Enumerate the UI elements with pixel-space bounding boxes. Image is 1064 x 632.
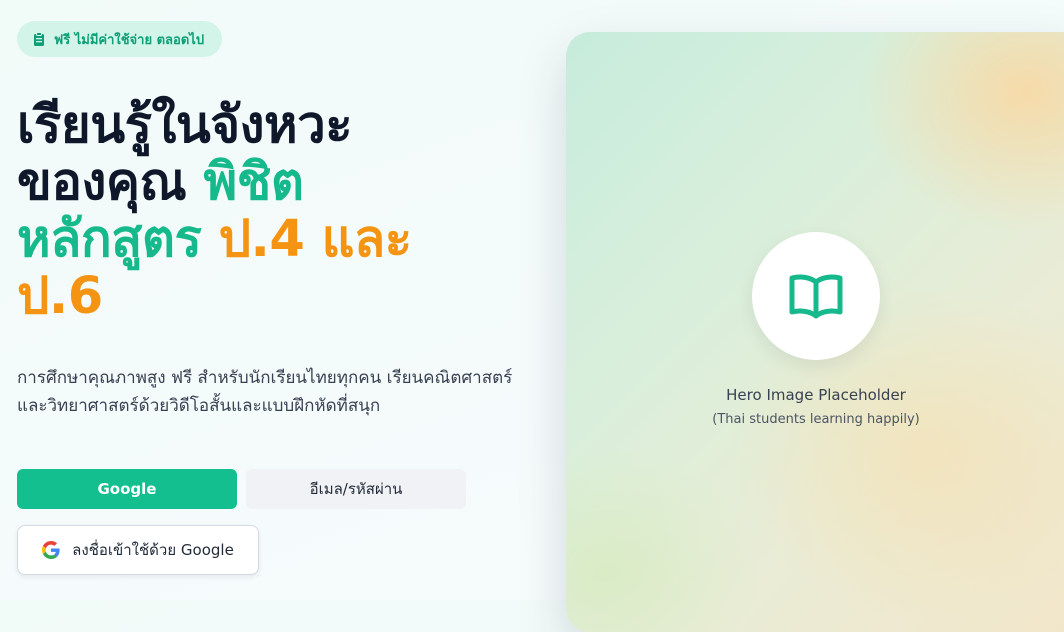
book-icon bbox=[789, 274, 843, 319]
hero-title-line1: เรียนรู้ในจังหวะ bbox=[17, 96, 353, 155]
google-signin-label: ลงชื่อเข้าใช้ด้วย Google bbox=[72, 541, 234, 559]
hero-icon-circle bbox=[752, 232, 880, 360]
google-icon bbox=[42, 541, 60, 559]
badge-text: ฟรี ไม่มีค่าใช้จ่าย ตลอดไป bbox=[54, 32, 205, 48]
tab-email-password[interactable]: อีเมล/รหัสผ่าน bbox=[246, 469, 466, 509]
hero-title: เรียนรู้ในจังหวะ ของคุณ พิชิต หลักสูตร ป… bbox=[17, 97, 547, 325]
signin-method-tabs: Google อีเมล/รหัสผ่าน bbox=[17, 469, 466, 509]
hero-title-line4-orange: ป.6 bbox=[17, 267, 103, 326]
hero-image-title: Hero Image Placeholder bbox=[726, 386, 906, 404]
google-signin-button[interactable]: ลงชื่อเข้าใช้ด้วย Google bbox=[17, 525, 259, 575]
free-badge: ฟรี ไม่มีค่าใช้จ่าย ตลอดไป bbox=[17, 21, 223, 57]
hero-description: การศึกษาคุณภาพสูง ฟรี สำหรับนักเรียนไทยท… bbox=[17, 368, 513, 416]
hero-image-placeholder: Hero Image Placeholder (Thai students le… bbox=[566, 32, 1064, 632]
tab-google[interactable]: Google bbox=[17, 469, 237, 509]
hero-title-line2-dark: ของคุณ bbox=[17, 153, 187, 212]
clipboard-icon bbox=[34, 32, 44, 46]
hero-title-line3-green: หลักสูตร bbox=[17, 210, 202, 269]
hero-image-subtitle: (Thai students learning happily) bbox=[712, 412, 920, 427]
hero-title-line3-orange: ป.4 และ bbox=[218, 210, 413, 269]
hero-title-line2-green: พิชิต bbox=[203, 153, 304, 212]
